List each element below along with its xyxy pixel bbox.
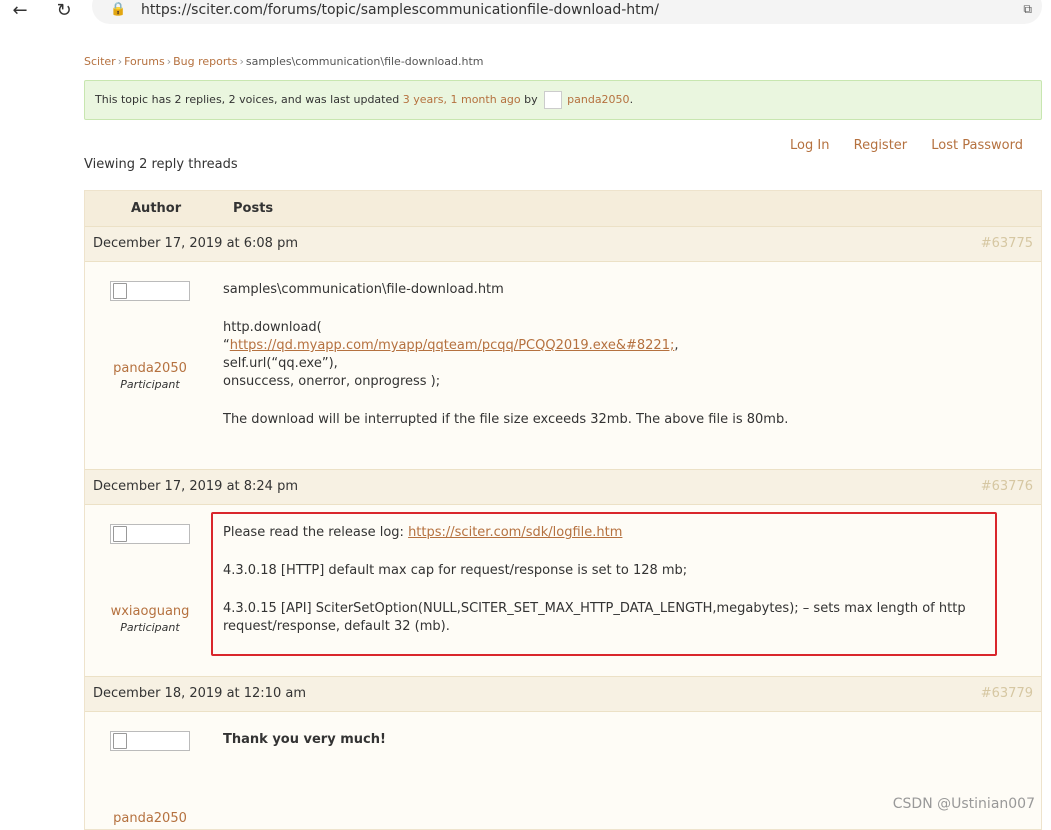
post-text: The download will be interrupted if the …	[223, 412, 789, 427]
broken-image-icon	[113, 733, 127, 749]
post-text: Thank you very much!	[223, 732, 386, 747]
breadcrumb-separator: ›	[239, 55, 244, 68]
post-content: Thank you very much!	[223, 731, 993, 749]
avatar[interactable]	[110, 524, 190, 544]
post-author: panda2050 Participant	[85, 281, 215, 391]
broken-image-icon	[113, 283, 127, 299]
breadcrumb-bug-reports[interactable]: Bug reports	[173, 55, 237, 68]
avatar[interactable]	[110, 731, 190, 751]
breadcrumb: Sciter › Forums › Bug reports › samples\commun…	[84, 55, 483, 68]
post-author: panda2050	[85, 731, 215, 826]
lock-icon[interactable]: 🔒	[110, 2, 126, 17]
login-link[interactable]: Log In	[790, 138, 829, 153]
forum-thread: Author Posts December 17, 2019 at 6:08 p…	[84, 190, 1042, 830]
watermark: CSDN @Ustinian007	[892, 796, 1035, 812]
post-permalink[interactable]: #63775	[981, 236, 1033, 251]
auth-links: Log In Register Lost Password	[770, 138, 1023, 153]
post-text-line: “https://qd.myapp.com/myapp/qqteam/pcqq/…	[223, 337, 993, 355]
post-text: ,	[674, 338, 679, 353]
column-author: Author	[131, 201, 182, 216]
last-user-link[interactable]: panda2050	[567, 93, 629, 106]
topic-info-suffix: .	[629, 93, 634, 106]
address-bar[interactable]: 🔒 https://sciter.com/forums/topic/sample…	[92, 0, 1042, 24]
post-date: December 17, 2019 at 6:08 pm	[93, 236, 299, 251]
breadcrumb-current: samples\communication\file-download.htm	[245, 55, 484, 68]
avatar[interactable]	[110, 281, 190, 301]
post-header: December 17, 2019 at 8:24 pm #63776	[85, 469, 1041, 505]
back-arrow-icon[interactable]: ←	[8, 0, 32, 24]
topic-info-notice: This topic has 2 replies, 2 voices, and …	[84, 80, 1042, 120]
author-name-link[interactable]: wxiaoguang	[85, 604, 215, 619]
author-role: Participant	[120, 621, 180, 634]
post-author: wxiaoguang Participant	[85, 524, 215, 634]
post-content: samples\communication\file-download.htm …	[223, 281, 993, 429]
post-permalink[interactable]: #63776	[981, 479, 1033, 494]
highlight-box	[211, 512, 997, 656]
post-text: “	[223, 338, 230, 353]
avatar[interactable]	[544, 91, 563, 109]
broken-image-icon	[113, 526, 127, 542]
post-permalink[interactable]: #63779	[981, 686, 1033, 701]
viewing-count: Viewing 2 reply threads	[84, 157, 238, 172]
lost-password-link[interactable]: Lost Password	[931, 138, 1023, 153]
register-link[interactable]: Register	[854, 138, 908, 153]
tab-icon[interactable]: ⧉	[1023, 2, 1032, 17]
post-header: December 17, 2019 at 6:08 pm #63775	[85, 226, 1041, 262]
url-text[interactable]: https://sciter.com/forums/topic/samplesc…	[141, 2, 659, 18]
breadcrumb-forums[interactable]: Forums	[124, 55, 165, 68]
topic-info-prefix: This topic has 2 replies, 2 voices, and …	[95, 93, 403, 106]
download-url-link[interactable]: https://qd.myapp.com/myapp/qqteam/pcqq/P…	[230, 338, 675, 353]
reload-icon[interactable]: ↻	[52, 0, 76, 24]
post-text: samples\communication\file-download.htm	[223, 282, 504, 297]
topic-info-by: by	[520, 93, 542, 106]
breadcrumb-separator: ›	[166, 55, 172, 68]
last-updated-link[interactable]: 3 years, 1 month ago	[403, 93, 521, 106]
post-text: self.url(“qq.exe”),	[223, 356, 338, 371]
browser-toolbar: ← ↻ 🔒 https://sciter.com/forums/topic/sa…	[0, 0, 1051, 26]
author-name-link[interactable]: panda2050	[85, 811, 215, 826]
post-text: http.download(	[223, 320, 322, 335]
post-text: onsuccess, onerror, onprogress );	[223, 374, 441, 389]
post-date: December 17, 2019 at 8:24 pm	[93, 479, 299, 494]
breadcrumb-separator: ›	[117, 55, 123, 68]
breadcrumb-sciter[interactable]: Sciter	[84, 55, 116, 68]
post-header: December 18, 2019 at 12:10 am #63779	[85, 676, 1041, 712]
column-posts: Posts	[233, 201, 274, 216]
author-name-link[interactable]: panda2050	[85, 361, 215, 376]
forum-header: Author Posts	[85, 191, 1041, 227]
author-role: Participant	[120, 378, 180, 391]
post-date: December 18, 2019 at 12:10 am	[93, 686, 306, 701]
